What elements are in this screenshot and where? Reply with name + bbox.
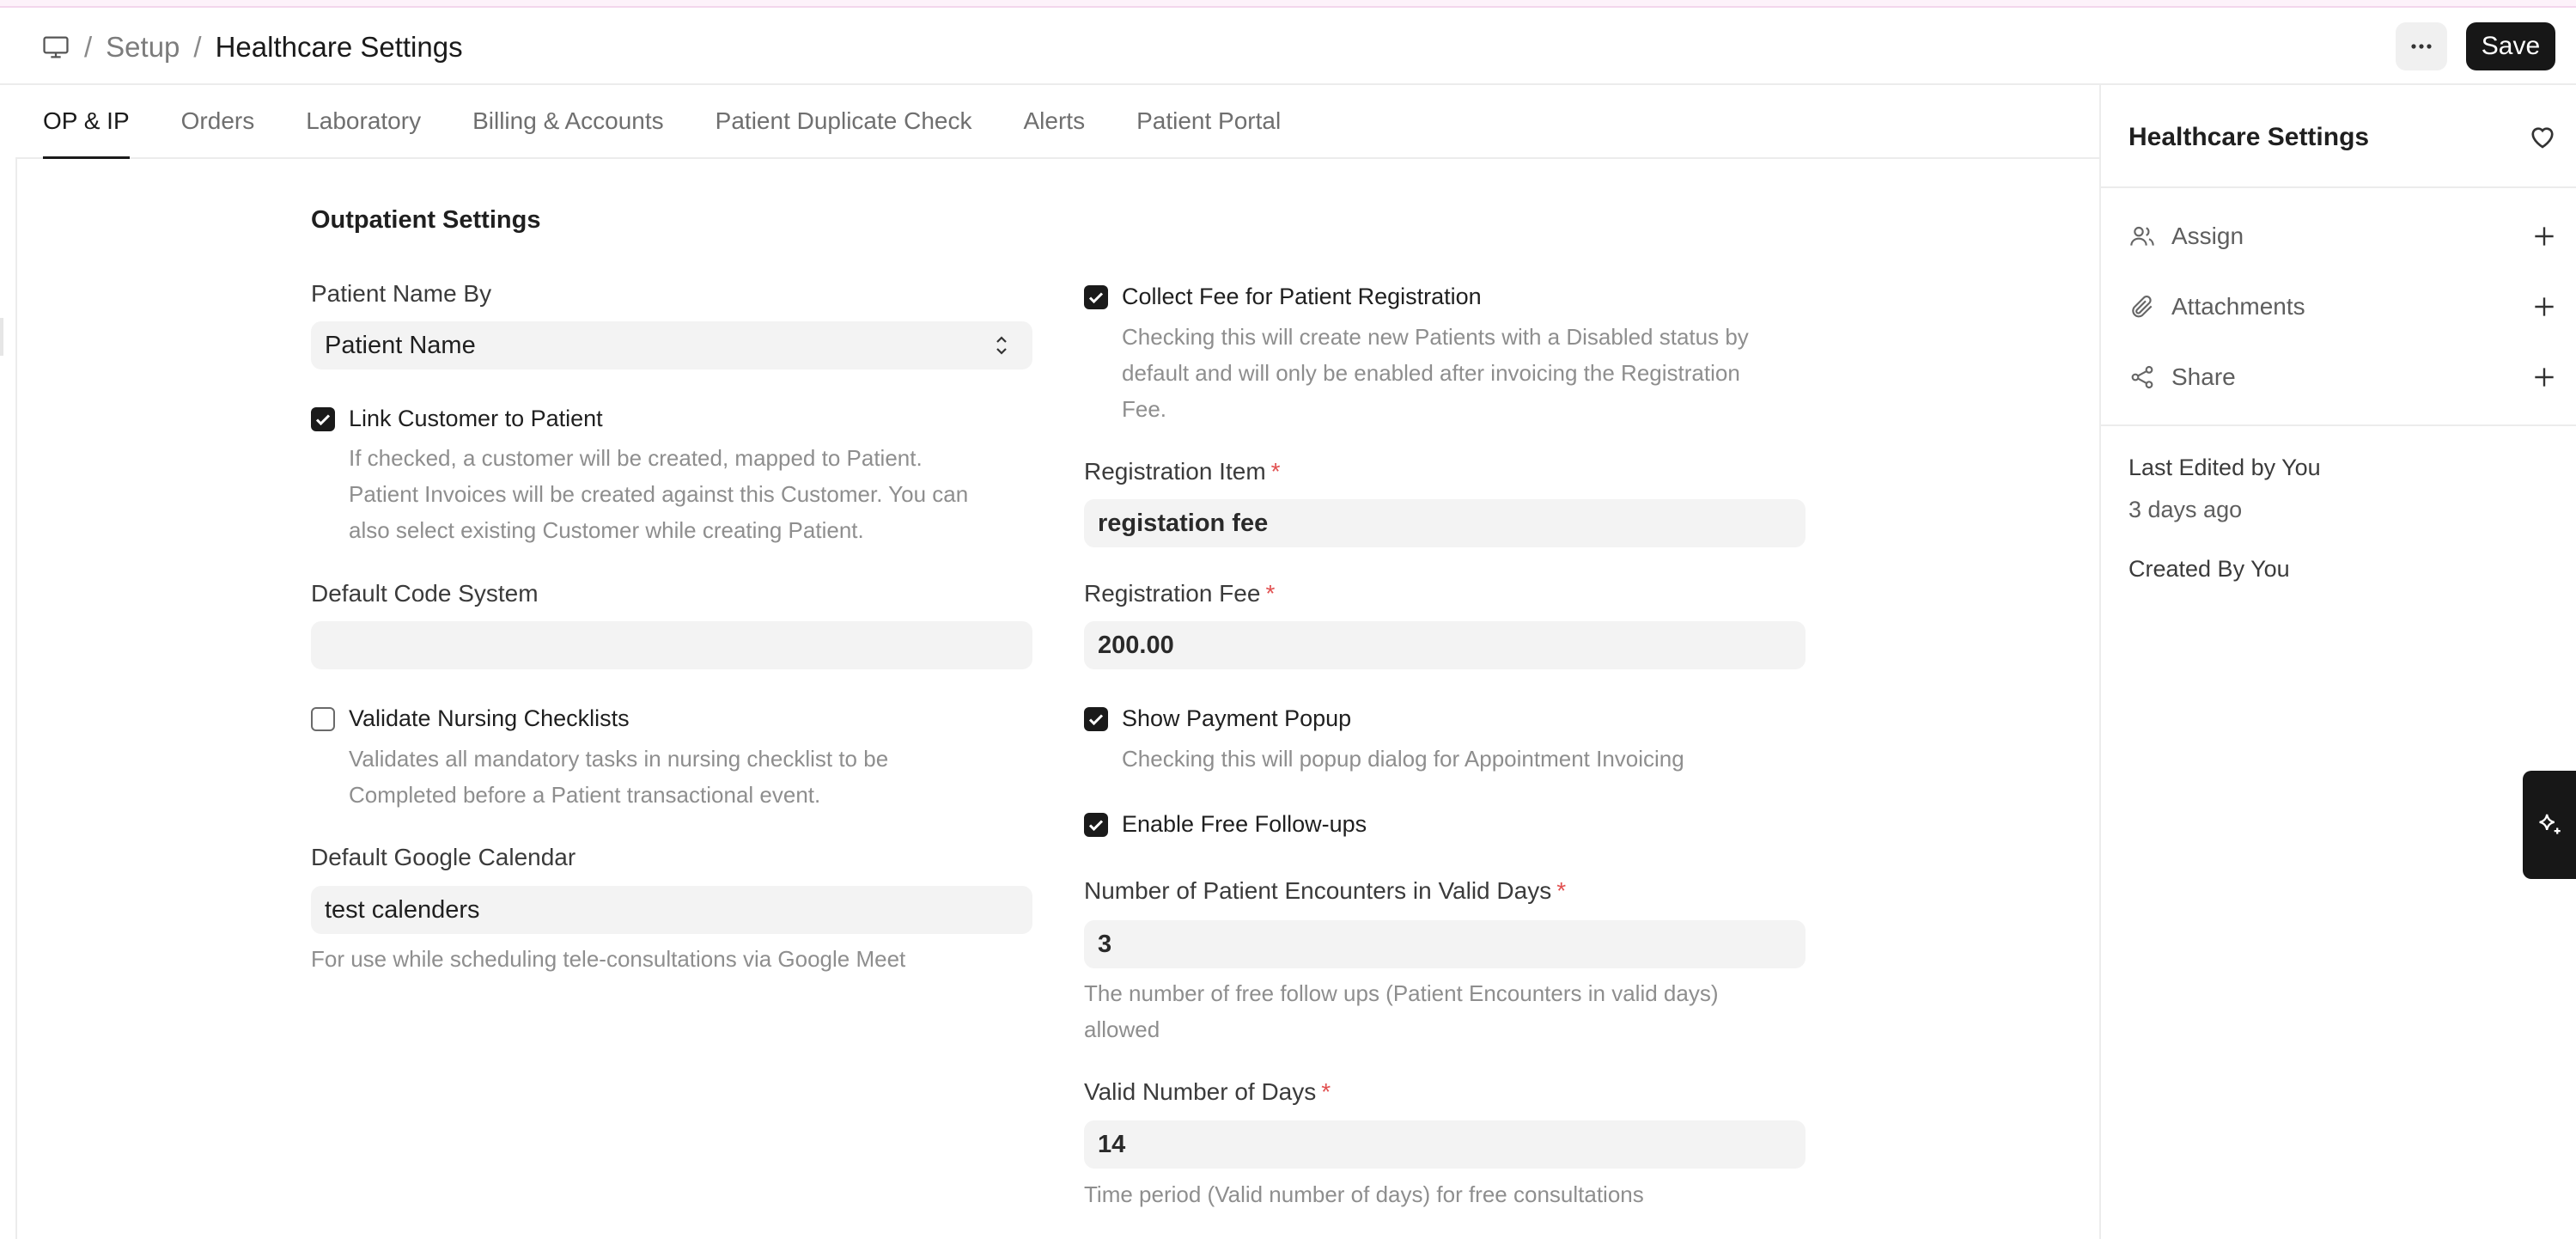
collect-fee-label: Collect Fee for Patient Registration [1122,284,1482,309]
sidebar-title: Healthcare Settings [2128,123,2370,151]
patient-name-by-label: Patient Name By [311,280,492,307]
plus-icon[interactable] [2530,363,2558,391]
tab-alerts[interactable]: Alerts [1024,87,1086,157]
show-payment-popup-label: Show Payment Popup [1122,705,1352,731]
link-customer-desc-line-3: also select existing Customer while crea… [349,517,864,543]
google-calendar-desc: For use while scheduling tele-consultati… [311,946,906,972]
monitor-icon[interactable] [41,33,70,62]
tab-orders[interactable]: Orders [181,87,255,157]
required-marker: * [1556,877,1567,904]
show-payment-popup-checkbox[interactable] [1084,707,1108,731]
required-marker: * [1321,1078,1331,1105]
share-icon [2131,365,2153,389]
breadcrumb-separator: / [193,31,202,63]
section-title: Outpatient Settings [311,206,541,234]
sidebar-divider [2101,186,2576,188]
heart-icon[interactable] [2527,121,2558,152]
registration-item-input[interactable]: registation fee [1084,499,1806,547]
check-icon [315,414,331,426]
required-marker: * [1265,580,1276,607]
top-accent-bar [0,0,2576,8]
free-followups-checkbox[interactable] [1084,813,1108,837]
last-edited-label[interactable]: Last Edited by You [2128,455,2321,481]
share-label: Share [2171,363,2236,390]
assign-label: Assign [2171,223,2244,249]
validate-nursing-checkbox[interactable] [311,707,335,731]
plus-icon[interactable] [2530,293,2558,320]
edge-marker [0,318,3,356]
google-calendar-label: Default Google Calendar [311,844,576,870]
check-icon [1088,820,1104,832]
registration-fee-label-text: Registration Fee [1084,580,1261,607]
tab-laboratory[interactable]: Laboratory [306,87,421,157]
collect-fee-checkbox[interactable] [1084,285,1108,309]
encounters-valid-days-label: Number of Patient Encounters in Valid Da… [1084,877,1566,905]
encounters-valid-days-desc-line-1: The number of free follow ups (Patient E… [1084,980,1719,1006]
link-customer-label: Link Customer to Patient [349,406,603,431]
breadcrumb-separator: / [84,31,93,63]
sidebar-item-attachments[interactable]: Attachments [2128,285,2558,328]
encounters-valid-days-label-text: Number of Patient Encounters in Valid Da… [1084,877,1552,904]
valid-days-label: Valid Number of Days * [1084,1078,1331,1106]
sidebar-item-share[interactable]: Share [2128,356,2558,399]
valid-days-desc: Time period (Valid number of days) for f… [1084,1181,1644,1207]
plus-icon[interactable] [2530,223,2558,250]
validate-nursing-desc-line-1: Validates all mandatory tasks in nursing… [349,746,889,772]
registration-fee-label: Registration Fee * [1084,580,1275,607]
registration-fee-input[interactable]: 200.00 [1084,621,1806,669]
attachments-label: Attachments [2171,293,2305,320]
more-icon [2411,44,2432,49]
encounters-valid-days-input[interactable]: 3 [1084,920,1806,968]
collect-fee-desc-line-2: default and will only be enabled after i… [1122,360,1740,386]
registration-item-label-text: Registration Item [1084,458,1266,485]
page-header: / Setup / Healthcare Settings Save [0,8,2576,85]
tab-bar: OP & IP Orders Laboratory Billing & Acco… [15,87,2101,159]
check-icon [1088,714,1104,726]
check-icon [1088,292,1104,304]
paperclip-icon [2132,295,2153,318]
more-button[interactable] [2396,22,2447,70]
show-payment-popup-desc: Checking this will popup dialog for Appo… [1122,746,1684,772]
breadcrumb: / Setup / Healthcare Settings [41,28,463,66]
sidebar: Healthcare Settings Assign Attachments S… [2099,85,2576,1239]
required-marker: * [1270,458,1281,485]
registration-item-label: Registration Item * [1084,458,1281,485]
patient-name-by-select[interactable]: Patient Name [311,321,1032,369]
google-calendar-input[interactable]: test calenders [311,886,1032,934]
link-customer-checkbox[interactable] [311,407,335,431]
sparkle-icon [2539,814,2561,834]
validate-nursing-desc-line-2: Completed before a Patient transactional… [349,782,821,808]
link-customer-desc-line-1: If checked, a customer will be created, … [349,445,923,471]
valid-days-label-text: Valid Number of Days [1084,1078,1317,1105]
tab-patient-portal[interactable]: Patient Portal [1136,87,1281,157]
tab-billing-accounts[interactable]: Billing & Accounts [472,87,664,157]
default-code-system-label: Default Code System [311,580,539,607]
created-by-label[interactable]: Created By You [2128,556,2290,583]
content-left-border [15,159,17,1239]
breadcrumb-setup[interactable]: Setup [106,31,180,64]
save-button[interactable]: Save [2466,22,2555,70]
collect-fee-desc-line-3: Fee. [1122,396,1167,422]
encounters-valid-days-desc-line-2: allowed [1084,1016,1160,1042]
free-followups-label: Enable Free Follow-ups [1122,811,1367,837]
select-arrows-icon [996,336,1007,355]
collect-fee-desc-line-1: Checking this will create new Patients w… [1122,324,1749,350]
default-code-system-input[interactable] [311,621,1032,669]
valid-days-input[interactable]: 14 [1084,1120,1806,1169]
tab-patient-duplicate-check[interactable]: Patient Duplicate Check [716,87,972,157]
last-edited-time: 3 days ago [2128,497,2243,522]
users-icon [2130,226,2154,246]
page-title: Healthcare Settings [215,31,463,63]
link-customer-desc-line-2: Patient Invoices will be created against… [349,481,969,507]
tab-op-ip[interactable]: OP & IP [43,87,130,159]
sidebar-item-assign[interactable]: Assign [2128,215,2558,258]
ai-assistant-tab[interactable] [2523,771,2576,879]
validate-nursing-label: Validate Nursing Checklists [349,705,630,731]
patient-name-by-value: Patient Name [325,331,476,359]
sidebar-divider [2101,424,2576,426]
